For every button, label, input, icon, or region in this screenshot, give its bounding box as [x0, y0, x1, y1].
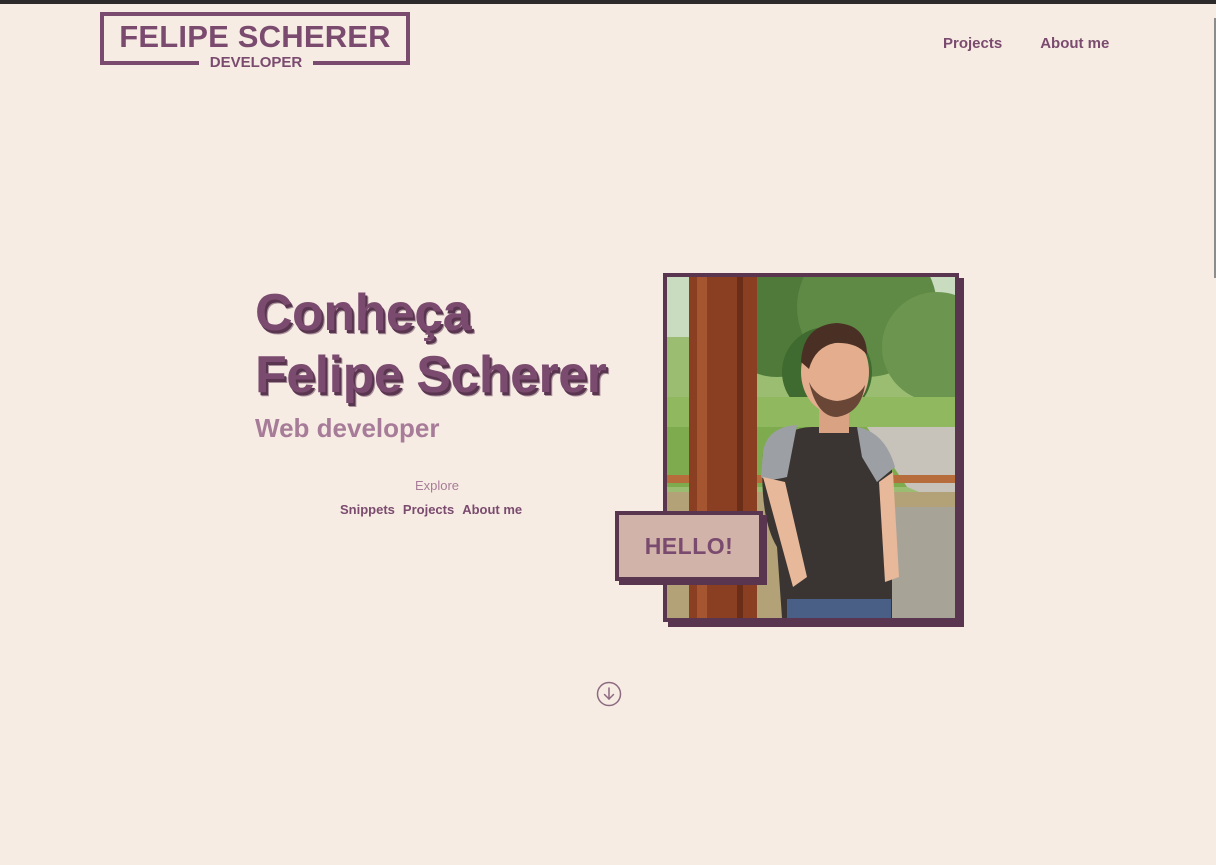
- explore-links: Snippets Projects About me: [340, 502, 522, 518]
- hero-title-line1: Conheça: [255, 284, 472, 342]
- explore-label: Explore: [414, 478, 460, 493]
- hello-badge: HELLO!: [615, 511, 763, 581]
- logo-subtitle: DEVELOPER: [199, 54, 313, 72]
- nav-link-about-me[interactable]: About me: [1037, 34, 1112, 54]
- browser-top-edge: [0, 0, 1216, 4]
- site-logo[interactable]: FELIPE SCHERER DEVELOPER: [100, 12, 410, 72]
- hero-title: Conheça Felipe Scherer: [255, 282, 607, 406]
- main-nav: Projects About me: [940, 34, 1112, 54]
- logo-title: FELIPE SCHERER: [119, 19, 391, 54]
- hero-title-line2: Felipe Scherer: [255, 346, 607, 404]
- scrollbar[interactable]: [1212, 4, 1216, 865]
- hero-role: Web developer: [255, 413, 440, 443]
- arrow-down-circle-icon[interactable]: [596, 681, 622, 707]
- explore-link-projects[interactable]: Projects: [403, 502, 454, 518]
- hello-badge-text: HELLO!: [644, 532, 734, 559]
- nav-link-projects[interactable]: Projects: [940, 34, 1005, 54]
- explore-link-snippets[interactable]: Snippets: [340, 502, 395, 518]
- explore-link-about-me[interactable]: About me: [462, 502, 522, 518]
